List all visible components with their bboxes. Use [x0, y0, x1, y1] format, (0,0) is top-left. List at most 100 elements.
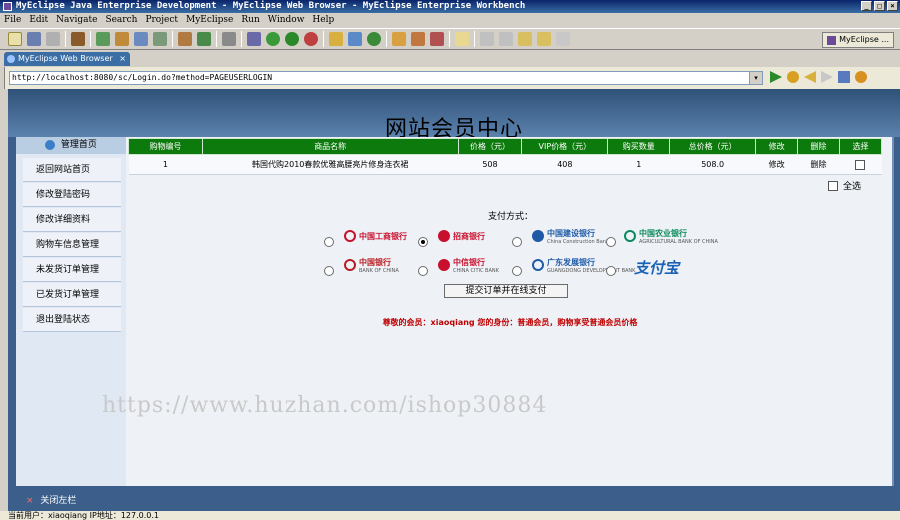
stop-icon[interactable]: [838, 71, 850, 83]
terminal-icon[interactable]: [222, 32, 236, 46]
new-package-icon[interactable]: [348, 32, 362, 46]
menu-run[interactable]: Run: [241, 14, 259, 27]
toolbar-separator: [323, 31, 324, 47]
col-header-delete: 删除: [797, 138, 840, 155]
radio-ccb[interactable]: [512, 237, 522, 247]
close-sidebar-label: 关闭左栏: [40, 496, 77, 506]
package-icon[interactable]: [71, 32, 85, 46]
sidebar-item-edit-profile[interactable]: 修改详细资料: [23, 208, 121, 232]
wizard-icon[interactable]: [247, 32, 261, 46]
window-title-bar: MyEclipse Java Enterprise Development - …: [0, 0, 900, 13]
folder-icon[interactable]: [455, 32, 469, 46]
back-icon[interactable]: [537, 32, 551, 46]
open-type-icon[interactable]: [178, 32, 192, 46]
bank-name: 中国建设银行: [547, 228, 595, 238]
tab-web-browser[interactable]: MyEclipse Web Browser ×: [4, 52, 130, 66]
toolbar-separator: [449, 31, 450, 47]
close-sidebar-link[interactable]: × 关闭左栏: [26, 493, 76, 506]
main-content: 购物编号 商品名称 价格（元） VIP价格（元） 购买数量 总价格（元） 修改 …: [126, 137, 894, 486]
select-all-checkbox[interactable]: [828, 180, 838, 191]
bank-boc: 中国银行 BANK OF CHINA: [344, 256, 399, 274]
sidebar-item-cart[interactable]: 购物车信息管理: [23, 233, 121, 257]
delete-link[interactable]: 删除: [797, 154, 840, 175]
last-edit-icon[interactable]: [518, 32, 532, 46]
sidebar-header[interactable]: 管理首页: [16, 137, 126, 154]
radio-citic[interactable]: [418, 266, 428, 276]
col-header-name: 商品名称: [201, 138, 459, 155]
edit-link[interactable]: 修改: [755, 154, 798, 175]
cell-select: [839, 154, 882, 175]
menu-navigate[interactable]: Navigate: [56, 14, 97, 27]
debug-run-icon[interactable]: [266, 32, 280, 46]
edit-icon[interactable]: [411, 32, 425, 46]
server-icon[interactable]: [134, 32, 148, 46]
bank-name: 中国银行: [359, 257, 391, 267]
radio-alipay[interactable]: [606, 266, 616, 276]
sidebar: 返回网站首页 修改登陆密码 修改详细资料 购物车信息管理 未发货订单管理 已发货…: [16, 154, 126, 486]
row-select-checkbox[interactable]: [855, 159, 866, 170]
bank-sub-name: AGRICULTURAL BANK OF CHINA: [639, 238, 718, 245]
select-all[interactable]: 全选: [828, 179, 861, 192]
forward-icon[interactable]: [821, 71, 833, 83]
sidebar-item-shipped-orders[interactable]: 已发货订单管理: [23, 283, 121, 307]
debug-icon[interactable]: [96, 32, 110, 46]
bank-sub-name: CHINA CITIC BANK: [453, 267, 499, 274]
url-input[interactable]: http://localhost:8080/sc/Login.do?method…: [9, 71, 763, 85]
alipay-logo: 支付宝: [634, 259, 680, 277]
cart-header-row: 购物编号 商品名称 价格（元） VIP价格（元） 购买数量 总价格（元） 修改 …: [128, 138, 883, 155]
radio-boc[interactable]: [324, 266, 334, 276]
sidebar-header-label: 管理首页: [60, 140, 97, 150]
bank-sub-name: China Construction Bank: [547, 238, 609, 245]
forward-icon[interactable]: [556, 32, 570, 46]
prev-annotation-icon[interactable]: [499, 32, 513, 46]
sidebar-item-unshipped-orders[interactable]: 未发货订单管理: [23, 258, 121, 282]
sidebar-item-logout[interactable]: 退出登陆状态: [23, 308, 121, 332]
minimize-button[interactable]: _: [861, 1, 872, 11]
tab-close-icon[interactable]: ×: [119, 52, 126, 66]
menu-project[interactable]: Project: [145, 14, 178, 27]
run-icon[interactable]: [285, 32, 299, 46]
new-class-icon[interactable]: [329, 32, 343, 46]
refresh-icon[interactable]: [855, 71, 867, 83]
radio-icbc[interactable]: [324, 237, 334, 247]
cell-product-name: 韩国代购2010春款优雅高腰亮片修身连衣裙: [202, 154, 458, 175]
member-notice: 尊敬的会员：xiaoqiang 您的身份：普通会员，购物享受普通会员价格: [382, 318, 638, 327]
radio-gdb[interactable]: [512, 266, 522, 276]
back-icon[interactable]: [804, 71, 816, 83]
icbc-logo-icon: [344, 230, 356, 242]
favorites-icon[interactable]: [787, 71, 799, 83]
bank-ccb: 中国建设银行 China Construction Bank: [532, 227, 609, 245]
sidebar-item-home[interactable]: 返回网站首页: [23, 158, 121, 182]
browser-icon[interactable]: [153, 32, 167, 46]
new-file-icon[interactable]: [8, 32, 22, 46]
radio-abc[interactable]: [606, 237, 616, 247]
menu-help[interactable]: Help: [312, 14, 334, 27]
perspective-switcher[interactable]: MyEclipse ...: [822, 32, 894, 48]
external-tools-icon[interactable]: [304, 32, 318, 46]
close-window-button[interactable]: ×: [887, 1, 898, 11]
open-icon[interactable]: [392, 32, 406, 46]
menu-myeclipse[interactable]: MyEclipse: [186, 14, 233, 27]
radio-cmb[interactable]: [418, 237, 428, 247]
deploy-icon[interactable]: [115, 32, 129, 46]
menu-file[interactable]: File: [4, 14, 21, 27]
menu-search[interactable]: Search: [105, 14, 137, 27]
col-header-id: 购物编号: [128, 138, 203, 155]
sidebar-item-change-password[interactable]: 修改登陆密码: [23, 183, 121, 207]
submit-order-pay-button[interactable]: 提交订单并在线支付: [444, 284, 568, 298]
next-annotation-icon[interactable]: [480, 32, 494, 46]
url-dropdown-icon[interactable]: ▾: [749, 72, 762, 84]
menu-window[interactable]: Window: [268, 14, 305, 27]
new-java-icon[interactable]: [367, 32, 381, 46]
go-icon[interactable]: [770, 71, 782, 83]
editor-tab-row: MyEclipse Web Browser ×: [0, 51, 900, 66]
menu-edit[interactable]: Edit: [29, 14, 48, 27]
search-icon[interactable]: [430, 32, 444, 46]
toolbar-separator: [474, 31, 475, 47]
maximize-button[interactable]: □: [874, 1, 885, 11]
print-icon[interactable]: [46, 32, 60, 46]
bank-name: 招商银行: [453, 231, 485, 241]
toolbar-separator: [241, 31, 242, 47]
run-config-icon[interactable]: [197, 32, 211, 46]
save-icon[interactable]: [27, 32, 41, 46]
